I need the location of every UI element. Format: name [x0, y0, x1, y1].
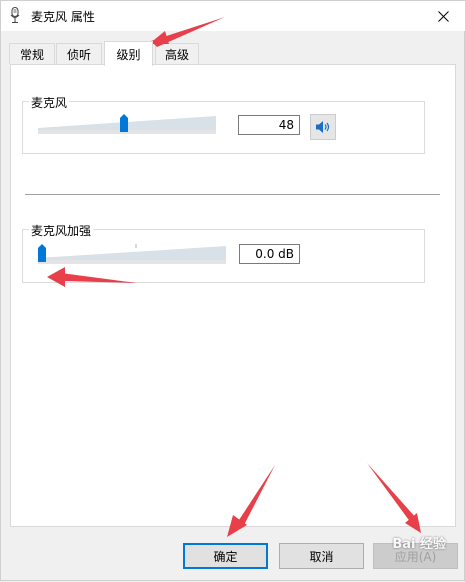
ok-label: 确定 [213, 549, 238, 564]
tab-advanced[interactable]: 高级 [155, 43, 199, 64]
watermark: Bai 经验 [392, 537, 446, 552]
speaker-icon [316, 121, 330, 133]
microphone-label: 麦克风 [29, 94, 70, 111]
boost-label: 麦克风加强 [29, 222, 94, 239]
microphone-level-slider[interactable] [38, 114, 218, 134]
mute-button[interactable] [310, 114, 336, 140]
cancel-button[interactable]: 取消 [279, 543, 364, 569]
microphone-group: 麦克风 48 [22, 94, 425, 154]
window-title: 麦克风 属性 [31, 10, 95, 24]
boost-level-slider[interactable] [38, 244, 228, 264]
boost-level-field[interactable]: 0.0 dB [239, 244, 300, 264]
boost-group: 麦克风加强 0.0 dB [22, 222, 425, 283]
title-bar: 麦克风 属性 [1, 1, 465, 31]
ok-button[interactable]: 确定 [183, 543, 268, 569]
slider-thumb [120, 114, 128, 132]
properties-window: 麦克风 属性 常规 侦听 级别 高级 麦克风 48 麦克风加强 0.0 dB 确… [0, 0, 465, 581]
tab-levels[interactable]: 级别 [104, 41, 153, 66]
tab-general[interactable]: 常规 [9, 43, 55, 64]
close-button[interactable] [420, 1, 465, 31]
slider-thumb [38, 244, 46, 262]
microphone-icon [10, 7, 20, 24]
levels-panel: 麦克风 48 麦克风加强 0.0 dB [10, 64, 456, 527]
separator [25, 194, 440, 195]
close-icon [437, 10, 449, 22]
microphone-level-field[interactable]: 48 [238, 115, 300, 135]
tab-listen[interactable]: 侦听 [56, 43, 102, 64]
cancel-label: 取消 [309, 549, 334, 564]
